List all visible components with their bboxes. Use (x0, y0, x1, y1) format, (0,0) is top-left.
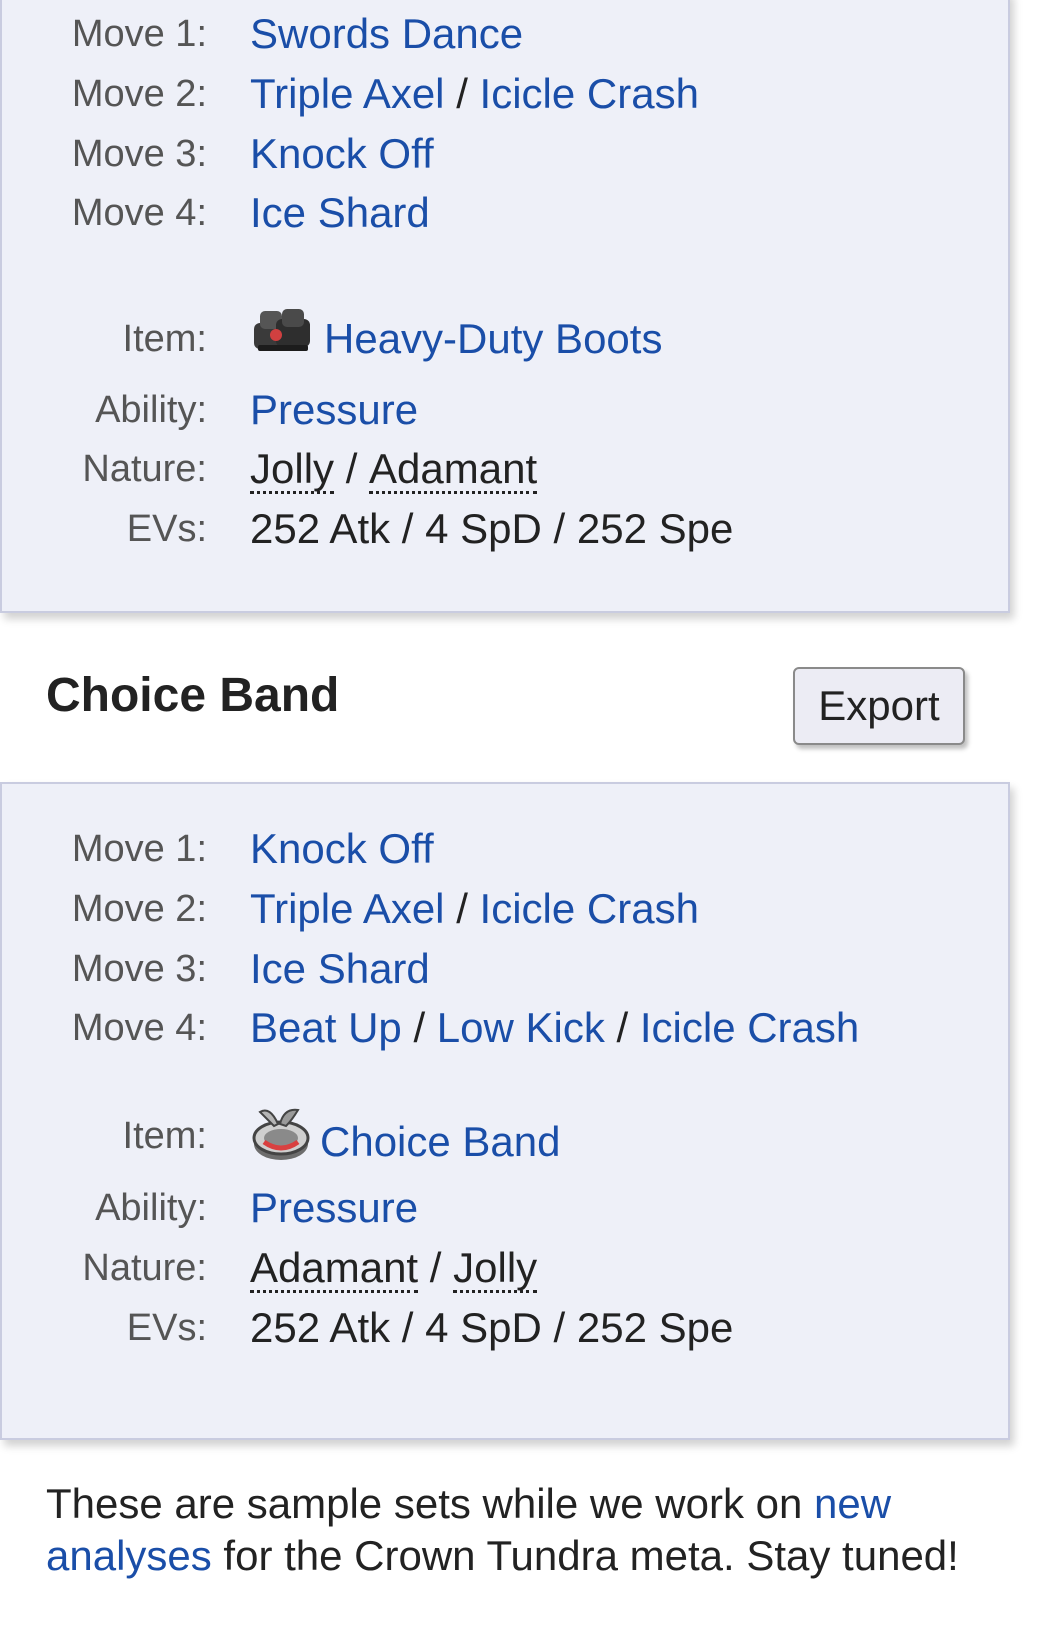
ability-label: Ability: (95, 1187, 207, 1229)
move-link[interactable]: Ice Shard (250, 189, 430, 236)
nature-label: Nature: (82, 448, 207, 490)
separator: / (456, 885, 480, 932)
separator: / (456, 70, 480, 117)
separator: / (429, 1244, 454, 1291)
move-label: Move 3: (71, 133, 207, 175)
move-link[interactable]: Knock Off (250, 825, 434, 872)
set-card-1: Move 1: Swords Dance Move 2: Triple Axel… (0, 0, 1010, 613)
move-value: Triple Axel / Icicle Crash (250, 64, 699, 124)
move-value: Knock Off (250, 124, 434, 184)
move-label: Move 3: (71, 948, 207, 990)
move-value: Ice Shard (250, 183, 430, 243)
ability-value: Pressure (250, 1178, 418, 1238)
separator: / (413, 1004, 437, 1051)
move-link[interactable]: Icicle Crash (480, 70, 699, 117)
nature-option: Adamant (250, 1244, 419, 1293)
item-link[interactable]: Heavy-Duty Boots (324, 315, 662, 362)
move-row-1: Move 1: Swords Dance (2, 4, 1002, 64)
move-link[interactable]: Beat Up (250, 1004, 402, 1051)
item-row: Item: Choice Band (2, 1106, 1002, 1166)
footer-text: These are sample sets while we work on (46, 1480, 814, 1527)
evs-row: EVs: 252 Atk / 4 SpD / 252 Spe (2, 499, 1002, 559)
move-link[interactable]: Swords Dance (250, 10, 523, 57)
evs-label: EVs: (126, 1307, 207, 1349)
move-row-4: Move 4: Ice Shard (2, 183, 1002, 243)
item-link[interactable]: Choice Band (320, 1118, 561, 1165)
move-link[interactable]: Ice Shard (250, 945, 430, 992)
move-row-3: Move 3: Ice Shard (2, 939, 1002, 999)
evs-row: EVs: 252 Atk / 4 SpD / 252 Spe (2, 1298, 1002, 1358)
move-label: Move 4: (71, 192, 207, 234)
move-row-2: Move 2: Triple Axel / Icicle Crash (2, 879, 1002, 939)
item-value: Choice Band (250, 1106, 561, 1184)
ability-link[interactable]: Pressure (250, 1184, 418, 1231)
move-row-3: Move 3: Knock Off (2, 124, 1002, 184)
nature-value: Adamant / Jolly (250, 1238, 538, 1298)
evs-value: 252 Atk / 4 SpD / 252 Spe (250, 1304, 734, 1351)
move-link[interactable]: Triple Axel (250, 885, 445, 932)
nature-row: Nature: Adamant / Jolly (2, 1238, 1002, 1298)
set-title: Choice Band (46, 669, 340, 722)
move-label: Move 1: (71, 13, 207, 55)
nature-value: Jolly / Adamant (250, 439, 538, 499)
move-link[interactable]: Knock Off (250, 130, 434, 177)
nature-option: Jolly (250, 445, 335, 494)
choice-band-icon (250, 1102, 312, 1180)
ability-link[interactable]: Pressure (250, 386, 418, 433)
footer-note: These are sample sets while we work on n… (46, 1478, 976, 1582)
move-value: Triple Axel / Icicle Crash (250, 879, 699, 939)
nature-option: Jolly (453, 1244, 538, 1293)
item-label: Item: (122, 318, 207, 360)
move-label: Move 4: (71, 1007, 207, 1049)
move-link[interactable]: Icicle Crash (640, 1004, 859, 1051)
set-card-2: Move 1: Knock Off Move 2: Triple Axel / … (0, 782, 1010, 1440)
move-value: Beat Up / Low Kick / Icicle Crash (250, 998, 859, 1058)
export-button[interactable]: Export (793, 667, 965, 745)
evs-label: EVs: (126, 508, 207, 550)
move-row-1: Move 1: Knock Off (2, 819, 1002, 879)
move-row-4: Move 4: Beat Up / Low Kick / Icicle Cras… (2, 998, 1002, 1058)
heavy-duty-boots-icon (250, 305, 316, 371)
item-row: Item: Heavy-Duty Boots (2, 309, 1002, 369)
ability-label: Ability: (95, 389, 207, 431)
footer-text: for the Crown Tundra meta. Stay tuned! (211, 1532, 959, 1579)
nature-label: Nature: (82, 1247, 207, 1289)
move-value: Knock Off (250, 819, 434, 879)
item-label: Item: (122, 1115, 207, 1157)
move-label: Move 2: (71, 73, 207, 115)
move-value: Swords Dance (250, 4, 523, 64)
nature-row: Nature: Jolly / Adamant (2, 439, 1002, 499)
nature-option: Adamant (369, 445, 538, 494)
move-label: Move 1: (71, 828, 207, 870)
ability-value: Pressure (250, 380, 418, 440)
ability-row: Ability: Pressure (2, 1178, 1002, 1238)
evs-value: 252 Atk / 4 SpD / 252 Spe (250, 505, 734, 552)
ability-row: Ability: Pressure (2, 380, 1002, 440)
separator: / (345, 445, 370, 492)
move-value: Ice Shard (250, 939, 430, 999)
move-row-2: Move 2: Triple Axel / Icicle Crash (2, 64, 1002, 124)
item-value: Heavy-Duty Boots (250, 309, 662, 375)
move-link[interactable]: Icicle Crash (480, 885, 699, 932)
move-link[interactable]: Low Kick (437, 1004, 605, 1051)
separator: / (616, 1004, 640, 1051)
move-label: Move 2: (71, 888, 207, 930)
move-link[interactable]: Triple Axel (250, 70, 445, 117)
